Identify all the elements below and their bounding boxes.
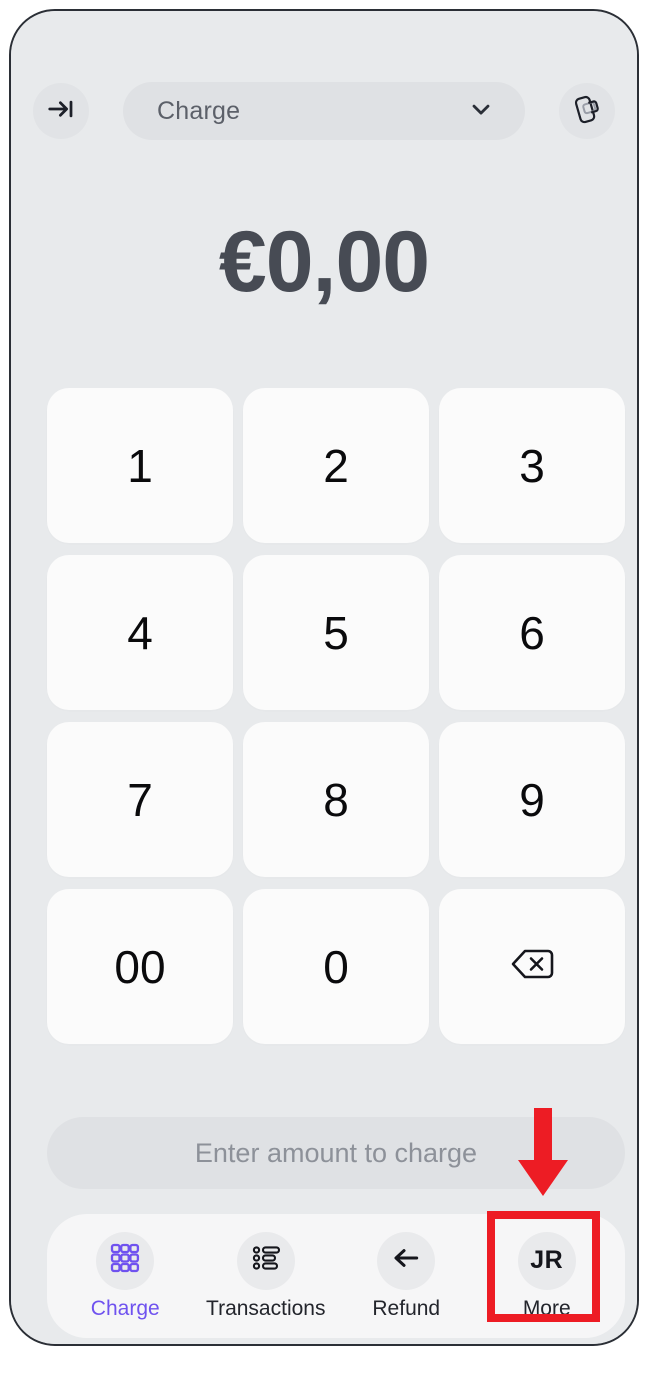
nav-icon-charge-wrap [96, 1231, 155, 1290]
key-0[interactable]: 0 [243, 889, 429, 1044]
tap-to-pay-button[interactable] [559, 83, 615, 139]
key-6[interactable]: 6 [439, 555, 625, 710]
backspace-icon [508, 940, 556, 994]
keypad-grid-icon [108, 1241, 142, 1280]
nav-item-refund[interactable]: Refund [347, 1231, 465, 1321]
nav-label-transactions: Transactions [206, 1296, 326, 1320]
key-3[interactable]: 3 [439, 388, 625, 543]
amount-display: €0,00 [11, 207, 637, 317]
nav-label-charge: Charge [90, 1296, 160, 1320]
charge-mode-dropdown[interactable]: Charge [123, 82, 525, 140]
bottom-navigation-bar: Charge Transactions Refund JR More [47, 1214, 625, 1338]
app-screen: Charge €0,00 1 2 3 4 5 6 7 8 9 00 0 Ente… [11, 11, 637, 1344]
tap-to-pay-card-icon [570, 92, 604, 131]
enter-amount-to-charge-button[interactable]: Enter amount to charge [47, 1117, 625, 1189]
avatar: JR [517, 1231, 576, 1290]
nav-item-more[interactable]: JR More [488, 1231, 606, 1321]
chevron-down-icon [467, 95, 495, 128]
amount-major-digits: 0 [265, 214, 314, 310]
exit-arrow-icon [46, 94, 76, 129]
key-7[interactable]: 7 [47, 722, 233, 877]
amount-decimal-separator: , [312, 214, 337, 310]
key-backspace[interactable] [439, 889, 625, 1044]
nav-icon-transactions-wrap [236, 1231, 295, 1290]
key-5[interactable]: 5 [243, 555, 429, 710]
key-1[interactable]: 1 [47, 388, 233, 543]
key-8[interactable]: 8 [243, 722, 429, 877]
nav-item-transactions[interactable]: Transactions [206, 1231, 326, 1321]
nav-label-more: More [522, 1296, 571, 1320]
numeric-keypad: 1 2 3 4 5 6 7 8 9 00 0 [47, 388, 625, 1044]
key-2[interactable]: 2 [243, 388, 429, 543]
amount-minor-digits: 00 [335, 214, 430, 310]
app-header: Charge [11, 73, 637, 149]
charge-mode-label: Charge [157, 96, 241, 125]
key-double-zero[interactable]: 00 [47, 889, 233, 1044]
nav-item-charge[interactable]: Charge [66, 1231, 184, 1321]
key-4[interactable]: 4 [47, 555, 233, 710]
phone-device-frame: Charge €0,00 1 2 3 4 5 6 7 8 9 00 0 Ente… [9, 9, 639, 1346]
amount-currency-symbol: € [218, 214, 267, 310]
nav-icon-refund-wrap [377, 1231, 436, 1290]
nav-label-refund: Refund [372, 1296, 441, 1320]
list-lines-icon [250, 1242, 282, 1279]
avatar-initials: JR [530, 1246, 564, 1274]
arrow-left-icon [390, 1242, 422, 1279]
key-9[interactable]: 9 [439, 722, 625, 877]
exit-button[interactable] [33, 83, 89, 139]
